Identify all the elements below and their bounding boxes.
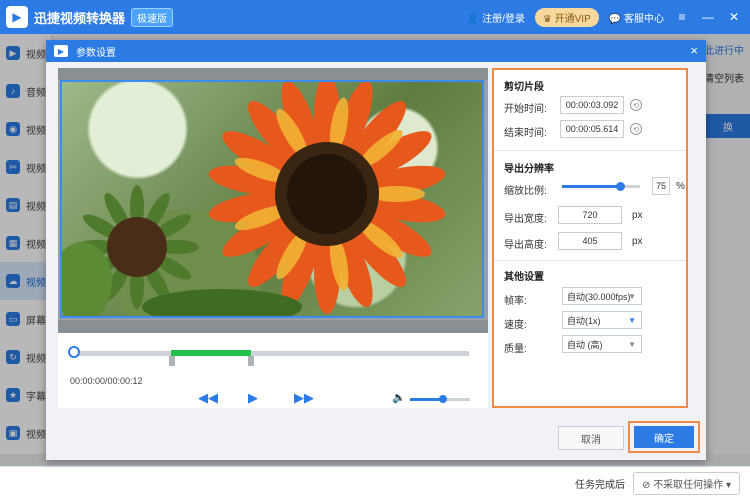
chevron-down-icon: ▼ [628,340,636,349]
parameter-dialog: ▶ 参数设置 × 00:00:00/00:00:12 ◀◀ ▶ ▶▶ 🔈 剪切片… [46,40,706,460]
scale-label: 缩放比例: [504,186,547,197]
volume-icon[interactable]: 🔈 [392,391,406,404]
app-logo-icon: ▶ [6,6,28,28]
video-top-band [58,68,488,80]
speed-value: 自动(1x) [567,315,601,326]
playhead-knob[interactable] [68,346,80,358]
start-time-label: 开始时间: [504,104,547,115]
clock-icon[interactable]: ⟲ [630,123,642,135]
section-divider [494,150,686,151]
confirm-highlight: 确定 [628,421,700,453]
resolution-heading: 导出分辨率 [504,164,554,175]
bottom-bar: 任务完成后 ⊘ 不采取任何操作 ▾ [0,466,750,499]
crown-icon: ♛ [542,13,552,25]
minimize-icon[interactable]: — [700,10,716,24]
scale-slider-knob[interactable] [616,182,625,191]
scale-slider[interactable] [562,182,640,191]
fps-value: 自动(30.000fps) [567,291,631,302]
time-readout: 00:00:00/00:00:12 [70,376,143,386]
rewind-icon[interactable]: ◀◀ [198,390,218,406]
dialog-title-bar: ▶ 参数设置 [46,40,706,62]
title-bar: ▶ 迅捷视频转换器 极速版 👤 注册/登录 ♛ 开通VIP 💬 客服中心 ≡ —… [0,0,750,34]
dialog-title: 参数设置 [76,47,116,59]
quality-label: 质量: [504,344,527,355]
app-name: 迅捷视频转换器 [34,10,126,26]
video-preview[interactable] [60,80,484,318]
px-unit: px [632,210,643,221]
user-icon: 👤 [466,13,480,25]
service-label: 客服中心 [624,13,664,25]
fps-select[interactable]: 自动(30.000fps) ▼ [562,287,642,305]
quality-value: 自动 (高) [567,339,603,350]
trim-selection[interactable] [171,350,251,356]
trim-heading: 剪切片段 [504,82,544,93]
percent-unit: % [676,181,685,192]
vip-label: 开通VIP [554,13,591,25]
settings-video-icon: ▶ [54,45,68,57]
chat-icon: 💬 [608,13,622,25]
scale-input[interactable]: 75 [652,177,670,195]
scale-slider-fill [562,185,620,188]
cancel-button[interactable]: 取消 [558,426,624,450]
end-time-label: 结束时间: [504,128,547,139]
login-link[interactable]: 👤 注册/登录 [467,10,525,25]
px-unit: px [632,236,643,247]
edition-badge: 极速版 [131,7,174,27]
trim-start-handle[interactable] [169,356,175,366]
fps-label: 帧率: [504,296,527,307]
volume-slider[interactable] [410,395,470,403]
volume-knob[interactable] [439,395,447,403]
chevron-down-icon: ▼ [628,292,636,301]
service-link[interactable]: 💬 客服中心 [609,10,664,25]
after-task-select[interactable]: ⊘ 不采取任何操作 ▾ [633,471,740,495]
login-label: 注册/登录 [482,13,525,25]
clock-icon[interactable]: ⟲ [630,99,642,111]
vip-button[interactable]: ♛ 开通VIP [534,7,599,27]
speed-label: 速度: [504,320,527,331]
height-input[interactable]: 405 [558,232,622,250]
section-divider [494,260,686,261]
fast-forward-icon[interactable]: ▶▶ [294,390,314,406]
end-time-input[interactable]: 00:00:05.614 [560,120,624,138]
start-time-input[interactable]: 00:00:03.092 [560,96,624,114]
no-action-icon: ⊘ [642,479,651,491]
settings-panel: 剪切片段 开始时间: 00:00:03.092 ⟲ 结束时间: 00:00:05… [492,68,688,408]
width-label: 导出宽度: [504,214,547,225]
play-icon[interactable]: ▶ [248,390,258,406]
height-label: 导出高度: [504,240,547,251]
trim-end-handle[interactable] [248,356,254,366]
chevron-down-icon: ▼ [628,316,636,325]
confirm-button[interactable]: 确定 [634,426,694,448]
video-player: 00:00:00/00:00:12 ◀◀ ▶ ▶▶ 🔈 [58,68,488,408]
width-input[interactable]: 720 [558,206,622,224]
after-task-label: 任务完成后 [575,479,626,491]
dialog-close-icon[interactable]: × [690,44,698,58]
close-window-icon[interactable]: ✕ [726,10,742,24]
other-heading: 其他设置 [504,272,544,283]
speed-select[interactable]: 自动(1x) ▼ [562,311,642,329]
sunflower-image [62,82,446,316]
video-bottom-band [58,320,488,333]
after-task-value: 不采取任何操作 [653,479,724,491]
quality-select[interactable]: 自动 (高) ▼ [562,335,642,353]
menu-icon[interactable]: ≡ [674,10,690,24]
trim-timeline[interactable] [68,346,469,366]
video-frame [58,68,488,333]
